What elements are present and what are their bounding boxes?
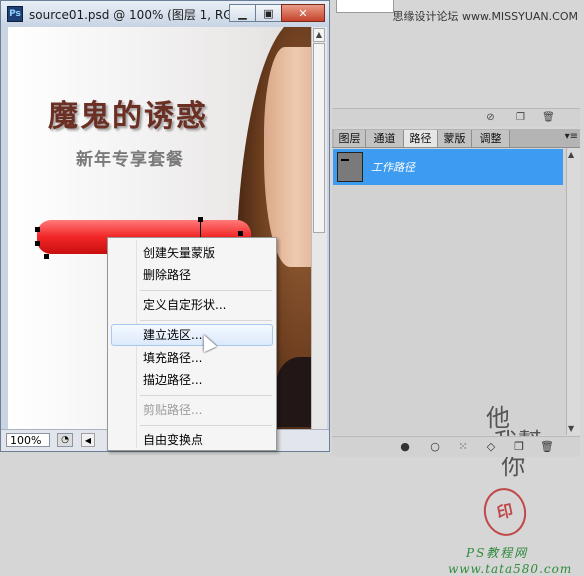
menu-item-make-selection[interactable]: 建立选区...	[111, 324, 273, 346]
trash-icon[interactable]: 🗑	[542, 111, 555, 124]
red-seal-stamp: 印	[479, 484, 531, 540]
prohibit-icon[interactable]: ⊘	[484, 111, 497, 124]
model-face-image	[264, 47, 312, 267]
new-path-icon[interactable]: ❐	[512, 440, 526, 454]
tab-adjustments[interactable]: 调整	[472, 130, 510, 147]
path-list-item[interactable]: 工作路径	[333, 149, 563, 185]
menu-item-free-transform-points[interactable]: 自由变换点	[111, 429, 273, 451]
tab-channels[interactable]: 通道	[366, 130, 404, 147]
canvas-subheadline: 新年专享套餐	[76, 150, 184, 170]
panel-tab-bar: 图层 通道 路径 蒙版 调整 ▾≡	[332, 129, 580, 148]
path-anchor-point[interactable]	[238, 231, 243, 236]
tab-layers[interactable]: 图层	[334, 130, 366, 147]
layer-thumbnail-partial	[336, 0, 394, 13]
path-anchor-point[interactable]	[35, 241, 40, 246]
menu-separator	[140, 425, 272, 426]
path-anchor-point[interactable]	[198, 217, 203, 222]
tab-paths[interactable]: 路径	[404, 130, 438, 147]
model-clothing-image	[276, 357, 312, 427]
path-anchor-point[interactable]	[35, 227, 40, 232]
paths-panel: 工作路径 他 我幫 你 印 PS教程网 www.tata580.com	[332, 148, 580, 576]
watermark-brand: PS教程网	[466, 546, 529, 560]
delete-path-trash-icon[interactable]: 🗑	[540, 440, 554, 454]
scroll-down-arrow-icon[interactable]: ▼	[568, 424, 574, 433]
path-anchor-point[interactable]	[44, 254, 49, 259]
menu-separator	[140, 395, 272, 396]
close-button[interactable]: ✕	[281, 4, 325, 22]
make-work-path-icon[interactable]: ◇	[484, 440, 498, 454]
menu-separator	[140, 320, 272, 321]
path-context-menu: 创建矢量蒙版 删除路径 定义自定形状... 建立选区... 填充路径... 描边…	[107, 237, 277, 451]
menu-item-fill-path[interactable]: 填充路径...	[111, 347, 273, 369]
scroll-up-arrow-icon[interactable]: ▲	[313, 28, 325, 42]
document-title: source01.psd @ 100% (图层 1, RG...	[29, 8, 245, 22]
minimize-button[interactable]: ▁	[229, 4, 256, 22]
scroll-left-arrow-icon[interactable]: ◀	[81, 433, 95, 447]
site-watermark-top: 思缘设计论坛 www.MISSYUAN.COM	[392, 10, 578, 23]
zoom-level-field[interactable]: 100%	[6, 433, 50, 447]
load-as-selection-icon[interactable]: ⁙	[456, 440, 470, 454]
right-panel-dock: 思缘设计论坛 www.MISSYUAN.COM ⊘ ❐ 🗑 图层 通道 路径 蒙…	[332, 0, 584, 576]
scrollbar-thumb[interactable]	[313, 43, 325, 233]
fill-path-icon[interactable]: ●	[398, 440, 412, 454]
menu-item-delete-path[interactable]: 删除路径	[111, 264, 273, 286]
scroll-up-arrow-icon[interactable]: ▲	[568, 150, 574, 159]
document-titlebar[interactable]: Ps source01.psd @ 100% (图层 1, RG... ▁ ▣ …	[1, 1, 329, 27]
menu-item-make-vector-mask[interactable]: 创建矢量蒙版	[111, 242, 273, 264]
menu-separator	[140, 290, 272, 291]
canvas-headline: 魔鬼的诱惑	[48, 99, 208, 134]
path-name: 工作路径	[371, 161, 415, 174]
window-controls: ▁ ▣ ✕	[229, 4, 325, 22]
menu-item-stroke-path[interactable]: 描边路径...	[111, 369, 273, 391]
status-info-icon[interactable]: ◔	[57, 433, 73, 447]
path-thumbnail	[337, 152, 363, 182]
menu-item-define-custom-shape[interactable]: 定义自定形状...	[111, 294, 273, 316]
stroke-path-icon[interactable]: ○	[428, 440, 442, 454]
paths-panel-scrollbar[interactable]: ▲ ▼	[566, 148, 580, 435]
document-vertical-scrollbar[interactable]: ▲	[311, 27, 327, 432]
paths-panel-footer: ● ○ ⁙ ◇ ❐ 🗑	[332, 436, 580, 457]
maximize-button[interactable]: ▣	[255, 4, 282, 22]
upper-panel-footer: ⊘ ❐ 🗑	[332, 108, 580, 127]
panel-menu-icon[interactable]: ▾≡	[565, 131, 578, 142]
watermark-url: www.tata580.com	[448, 562, 573, 576]
new-item-icon[interactable]: ❐	[514, 111, 527, 124]
photoshop-app-icon: Ps	[7, 6, 23, 22]
tab-masks[interactable]: 蒙版	[438, 130, 472, 147]
menu-item-clipping-path: 剪贴路径...	[143, 403, 203, 417]
